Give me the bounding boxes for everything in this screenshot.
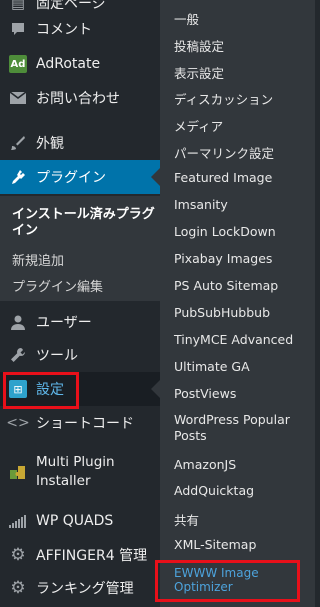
flyout-arrow (151, 380, 160, 398)
flyout-item-reading[interactable]: 表示設定 (174, 63, 224, 82)
sidebar-item-contact[interactable]: お問い合わせ (0, 81, 160, 115)
gear-icon: ⚙ (10, 545, 26, 565)
sidebar-item-users[interactable]: ユーザー (0, 305, 160, 339)
puzzle-icon (8, 462, 28, 482)
sidebar-item-ranking[interactable]: ⚙ ランキング管理 (0, 571, 160, 605)
flyout-item-addquicktag[interactable]: AddQuicktag (174, 483, 254, 498)
flyout-item-tinymce[interactable]: TinyMCE Advanced (174, 332, 293, 347)
sidebar-item-appearance[interactable]: 外観 (0, 126, 160, 160)
sidebar-item-tools[interactable]: ツール (0, 338, 160, 372)
settings-highlight-box (3, 372, 79, 409)
brush-icon (8, 133, 28, 153)
flyout-item-pixabay[interactable]: Pixabay Images (174, 251, 272, 266)
flyout-item-ultimate-ga[interactable]: Ultimate GA (174, 359, 250, 374)
user-icon (8, 312, 28, 332)
settings-flyout-menu: 一般 投稿設定 表示設定 ディスカッション メディア パーマリンク設定 Feat… (151, 0, 315, 607)
flyout-item-featured-image[interactable]: Featured Image (174, 170, 272, 185)
submenu-installed-plugins[interactable]: インストール済みプラグイン (12, 207, 158, 239)
comment-icon (8, 19, 28, 39)
flyout-item-imsanity[interactable]: Imsanity (174, 197, 228, 212)
ad-icon: Ad (8, 54, 28, 74)
sidebar-item-adrotate[interactable]: Ad AdRotate (0, 47, 160, 81)
submenu-add-new[interactable]: 新規追加 (12, 250, 64, 269)
flyout-item-wp-popular-posts[interactable]: WordPress Popular Posts (174, 412, 309, 444)
flyout-item-ps-auto-sitemap[interactable]: PS Auto Sitemap (174, 278, 278, 293)
sidebar-item-shortcode[interactable]: <> ショートコード (0, 406, 160, 440)
flyout-item-general[interactable]: 一般 (174, 9, 199, 28)
code-icon: <> (6, 415, 30, 431)
current-menu-arrow (151, 168, 160, 186)
sidebar-item-comments[interactable]: コメント (0, 12, 160, 46)
wrench-icon (8, 345, 28, 365)
submenu-plugin-editor[interactable]: プラグイン編集 (12, 276, 103, 295)
sidebar-item-multi-plugin-installer[interactable]: Multi Plugin Installer (0, 452, 160, 492)
flyout-item-login-lockdown[interactable]: Login LockDown (174, 224, 276, 239)
ewww-highlight-box (155, 560, 300, 602)
flyout-item-permalinks[interactable]: パーマリンク設定 (174, 143, 274, 162)
gear-icon: ⚙ (10, 578, 26, 598)
flyout-item-discussion[interactable]: ディスカッション (174, 89, 273, 108)
flyout-item-media[interactable]: メディア (174, 116, 223, 135)
admin-sidebar: ▤ 固定ページ コメント Ad AdRotate お問い合わせ 外観 プラグイン… (0, 0, 160, 607)
flyout-item-writing[interactable]: 投稿設定 (174, 36, 224, 55)
signal-icon (8, 511, 28, 531)
flyout-item-xml-sitemap[interactable]: XML-Sitemap (174, 537, 256, 552)
sidebar-item-affinger4[interactable]: ⚙ AFFINGER4 管理 (0, 538, 160, 572)
flyout-item-amazonjs[interactable]: AmazonJS (174, 457, 236, 472)
mail-icon (8, 88, 28, 108)
flyout-item-share[interactable]: 共有 (174, 510, 199, 529)
sidebar-item-plugins[interactable]: プラグイン (0, 160, 160, 194)
plugin-icon (8, 167, 28, 187)
sidebar-item-wp-quads[interactable]: WP QUADS (0, 504, 160, 538)
flyout-item-postviews[interactable]: PostViews (174, 386, 236, 401)
plugins-submenu: インストール済みプラグイン 新規追加 プラグイン編集 (0, 196, 160, 301)
flyout-item-pubsubhubbub[interactable]: PubSubHubbub (174, 305, 270, 320)
